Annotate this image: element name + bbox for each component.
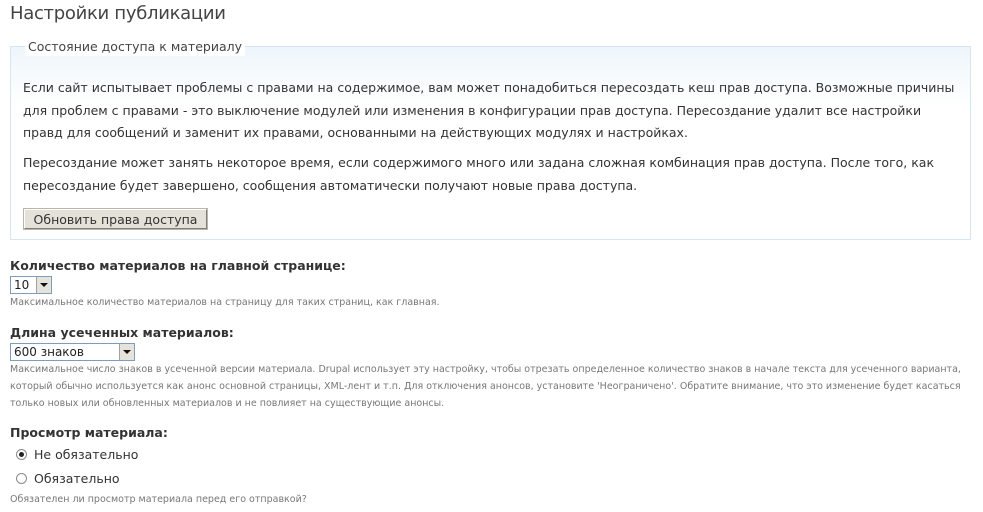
- radio-button-optional[interactable]: [16, 449, 27, 460]
- front-page-count-value: 10: [14, 278, 30, 292]
- preview-description: Обязателен ли просмотр материала перед е…: [10, 494, 307, 505]
- teaser-length-select[interactable]: 600 знаков: [10, 343, 135, 361]
- rebuild-info-paragraph: Если сайт испытывает проблемы с правами …: [23, 80, 955, 140]
- chevron-down-icon[interactable]: [36, 277, 51, 293]
- publishing-settings-page: Настройки публикации Состояние доступа к…: [0, 0, 983, 512]
- front-page-count-label: Количество материалов на главной страниц…: [10, 258, 346, 273]
- page-title: Настройки публикации: [10, 3, 226, 24]
- front-page-count-select[interactable]: 10: [10, 276, 52, 294]
- preview-label: Просмотр материала:: [10, 425, 168, 440]
- teaser-length-label: Длина усеченных материалов:: [10, 325, 234, 340]
- chevron-down-icon[interactable]: [119, 344, 134, 360]
- front-page-count-description: Максимальное количество материалов на ст…: [10, 297, 440, 308]
- radio-button-required[interactable]: [16, 473, 27, 484]
- teaser-length-description: Максимальное число знаков в усеченной ве…: [10, 364, 961, 409]
- fieldset-legend: Состояние доступа к материалу: [25, 38, 245, 56]
- access-status-fieldset: Состояние доступа к материалу Если сайт …: [10, 38, 971, 240]
- rebuild-permissions-button[interactable]: Обновить права доступа: [23, 208, 208, 230]
- radio-label-optional[interactable]: Не обязательно: [34, 446, 138, 464]
- teaser-length-value: 600 знаков: [14, 345, 84, 359]
- radio-label-required[interactable]: Обязательно: [34, 470, 120, 488]
- rebuild-time-paragraph: Пересоздание может занять некоторое врем…: [23, 155, 934, 193]
